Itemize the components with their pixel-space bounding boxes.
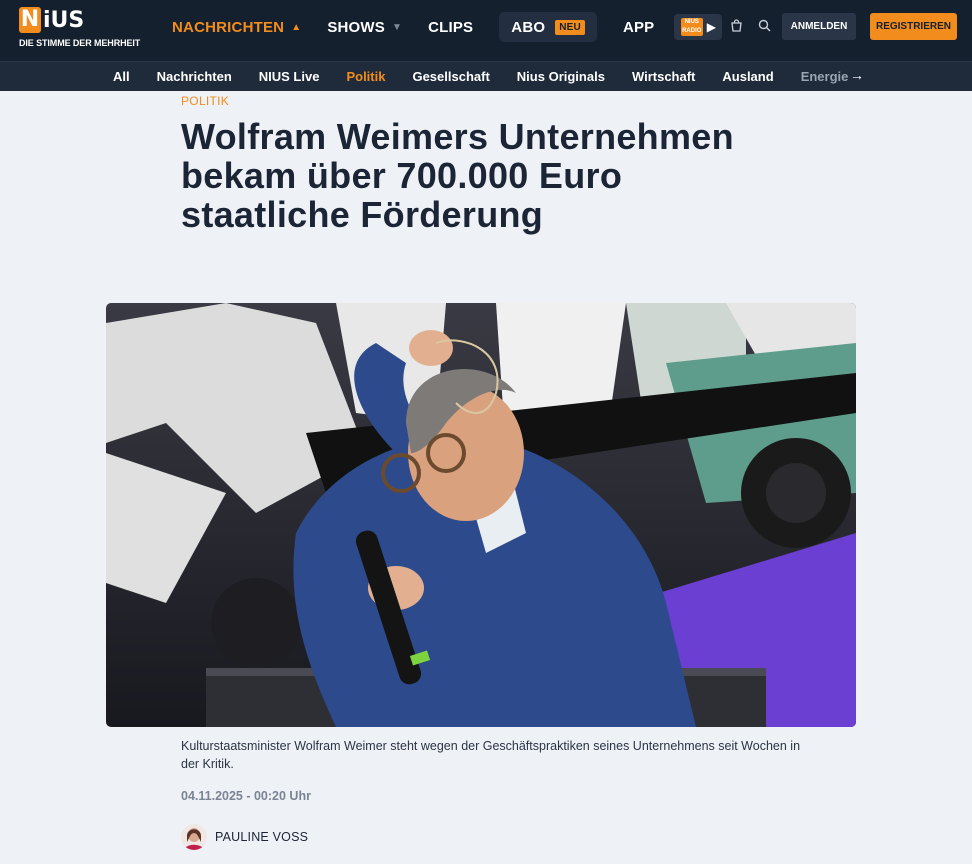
author-avatar <box>181 824 207 850</box>
radio-logo: NIUS RADIO <box>680 18 703 36</box>
radio-button[interactable]: NIUS RADIO ▶ <box>674 14 723 40</box>
category-nachrichten[interactable]: Nachrichten <box>157 69 232 84</box>
hero-image <box>106 303 856 727</box>
main-nav: NACHRICHTEN ▲ SHOWS ▼ CLIPS ABO NEU APP … <box>172 12 723 42</box>
image-caption: Kulturstaatsminister Wolfram Weimer steh… <box>181 739 801 771</box>
article-kicker[interactable]: POLITIK <box>181 94 229 108</box>
nav-clips[interactable]: CLIPS <box>428 19 473 36</box>
category-wirtschaft[interactable]: Wirtschaft <box>632 69 695 84</box>
logo-letter: N <box>19 7 41 33</box>
nav-app[interactable]: APP <box>623 19 654 36</box>
author-name[interactable]: PAULINE VOSS <box>215 830 308 844</box>
nav-shows[interactable]: SHOWS ▼ <box>327 19 402 36</box>
author-byline[interactable]: PAULINE VOSS <box>181 824 308 850</box>
nav-abo[interactable]: ABO NEU <box>499 12 597 42</box>
category-ausland[interactable]: Ausland <box>722 69 773 84</box>
category-nius-originals[interactable]: Nius Originals <box>517 69 605 84</box>
category-all[interactable]: All <box>113 69 130 84</box>
login-button[interactable]: ANMELDEN <box>782 13 856 40</box>
category-gesellschaft[interactable]: Gesellschaft <box>412 69 489 84</box>
logo-text: iUS <box>43 7 85 33</box>
arrow-right-icon[interactable]: → <box>850 67 864 83</box>
chevron-down-icon: ▼ <box>391 21 403 33</box>
nius-logo[interactable]: N iUS DIE STIMME DER MEHRHEIT <box>19 7 149 53</box>
article-headline: Wolfram Weimers Unternehmen bekam über 7… <box>181 116 734 235</box>
logo-tagline: DIE STIMME DER MEHRHEIT <box>19 38 141 48</box>
bag-icon[interactable] <box>728 17 744 33</box>
header-icons <box>728 17 784 33</box>
new-badge: NEU <box>555 19 585 35</box>
nav-nachrichten[interactable]: NACHRICHTEN ▲ <box>172 19 301 36</box>
category-politik[interactable]: Politik <box>346 69 385 84</box>
category-energie[interactable]: Energie <box>801 69 849 84</box>
chevron-up-icon: ▲ <box>291 21 302 33</box>
search-icon[interactable] <box>756 17 772 33</box>
play-icon: ▶ <box>706 20 716 34</box>
register-button[interactable]: REGISTRIEREN <box>870 13 957 40</box>
top-header: N iUS DIE STIMME DER MEHRHEIT NACHRICHTE… <box>0 0 972 61</box>
category-nius-live[interactable]: NIUS Live <box>259 69 320 84</box>
logo-mark: N iUS <box>19 7 84 33</box>
publish-date: 04.11.2025 - 00:20 Uhr <box>181 789 311 803</box>
category-nav: All Nachrichten NIUS Live Politik Gesell… <box>0 61 972 91</box>
